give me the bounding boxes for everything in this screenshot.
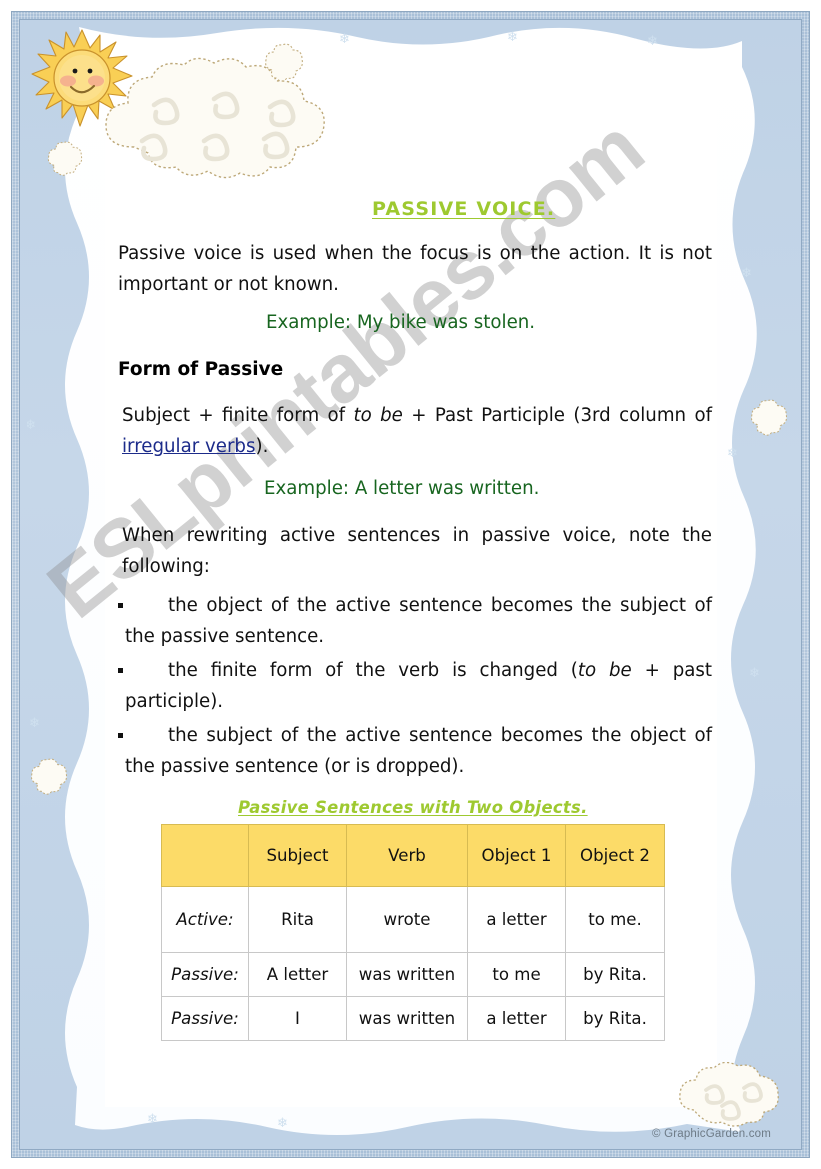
- cell-subject: A letter: [248, 952, 347, 997]
- table-header-row: Subject Verb Object 1 Object 2: [161, 824, 665, 887]
- row-label-passive: Passive:: [161, 996, 249, 1041]
- rule-text-2: + Past Participle (3rd column of: [402, 405, 712, 426]
- column-header-subject: Subject: [248, 824, 347, 887]
- rule-text-3: ).: [255, 436, 269, 457]
- cell-verb: wrote: [346, 886, 468, 953]
- cell-subject: I: [248, 996, 347, 1041]
- cell-object1: a letter: [467, 886, 566, 953]
- worksheet-content: PASSIVE VOICE. Passive voice is used whe…: [0, 0, 821, 1169]
- cell-subject: Rita: [248, 886, 347, 953]
- rule-text-1: Subject + finite form of: [122, 405, 354, 426]
- cell-object2: by Rita.: [565, 952, 665, 997]
- table-row: Passive: I was written a letter by Rita.: [161, 996, 665, 1041]
- irregular-verbs-link[interactable]: irregular verbs: [122, 436, 255, 457]
- rule-italic-tobe: to be: [353, 405, 403, 426]
- bullet-2-part1: the finite form of the verb is changed (: [168, 660, 578, 681]
- bullet-1-part1: the object of the active sentence become…: [125, 595, 712, 647]
- bullet-square-icon: [118, 603, 123, 608]
- intro-paragraph: Passive voice is used when the focus is …: [118, 243, 712, 295]
- copyright-credit: © GraphicGarden.com: [652, 1128, 772, 1140]
- cell-object1: to me: [467, 952, 566, 997]
- cell-object1: a letter: [467, 996, 566, 1041]
- list-item-text: the object of the active sentence become…: [125, 590, 712, 652]
- bullet-2-italic: to be: [577, 660, 632, 681]
- list-item-text: the finite form of the verb is changed (…: [125, 655, 712, 717]
- column-header-blank: [161, 824, 249, 887]
- form-of-passive-heading: Form of Passive: [118, 359, 284, 380]
- worksheet-page: ❄ ❄ ❄ ❄ ❄ ❄ ❄ ❄ ❄ ❄ ESLprintables.com PA…: [0, 0, 821, 1169]
- cell-verb: was written: [346, 996, 468, 1041]
- column-header-verb: Verb: [346, 824, 468, 887]
- passive-sentences-table: Subject Verb Object 1 Object 2 Active: R…: [161, 824, 665, 1041]
- passive-form-rule: Subject + finite form of to be + Past Pa…: [122, 400, 712, 462]
- column-header-object2: Object 2: [565, 824, 665, 887]
- row-label-passive: Passive:: [161, 952, 249, 997]
- bullet-square-icon: [118, 668, 123, 673]
- example-letter-written: Example: A letter was written.: [264, 478, 540, 499]
- list-item-text: the subject of the active sentence becom…: [125, 720, 712, 782]
- table-row: Passive: A letter was written to me by R…: [161, 952, 665, 997]
- bullet-3-part1: the subject of the active sentence becom…: [125, 725, 712, 777]
- cell-object2: by Rita.: [565, 996, 665, 1041]
- rewrite-lead-in: When rewriting active sentences in passi…: [122, 525, 712, 577]
- table-row: Active: Rita wrote a letter to me.: [161, 886, 665, 953]
- row-label-active: Active:: [161, 886, 249, 953]
- table-caption: Passive Sentences with Two Objects.: [238, 798, 588, 817]
- column-header-object1: Object 1: [467, 824, 566, 887]
- page-title: PASSIVE VOICE.: [372, 198, 556, 220]
- bullet-square-icon: [118, 733, 123, 738]
- cell-verb: was written: [346, 952, 468, 997]
- cell-object2: to me.: [565, 886, 665, 953]
- example-stolen: Example: My bike was stolen.: [266, 312, 536, 333]
